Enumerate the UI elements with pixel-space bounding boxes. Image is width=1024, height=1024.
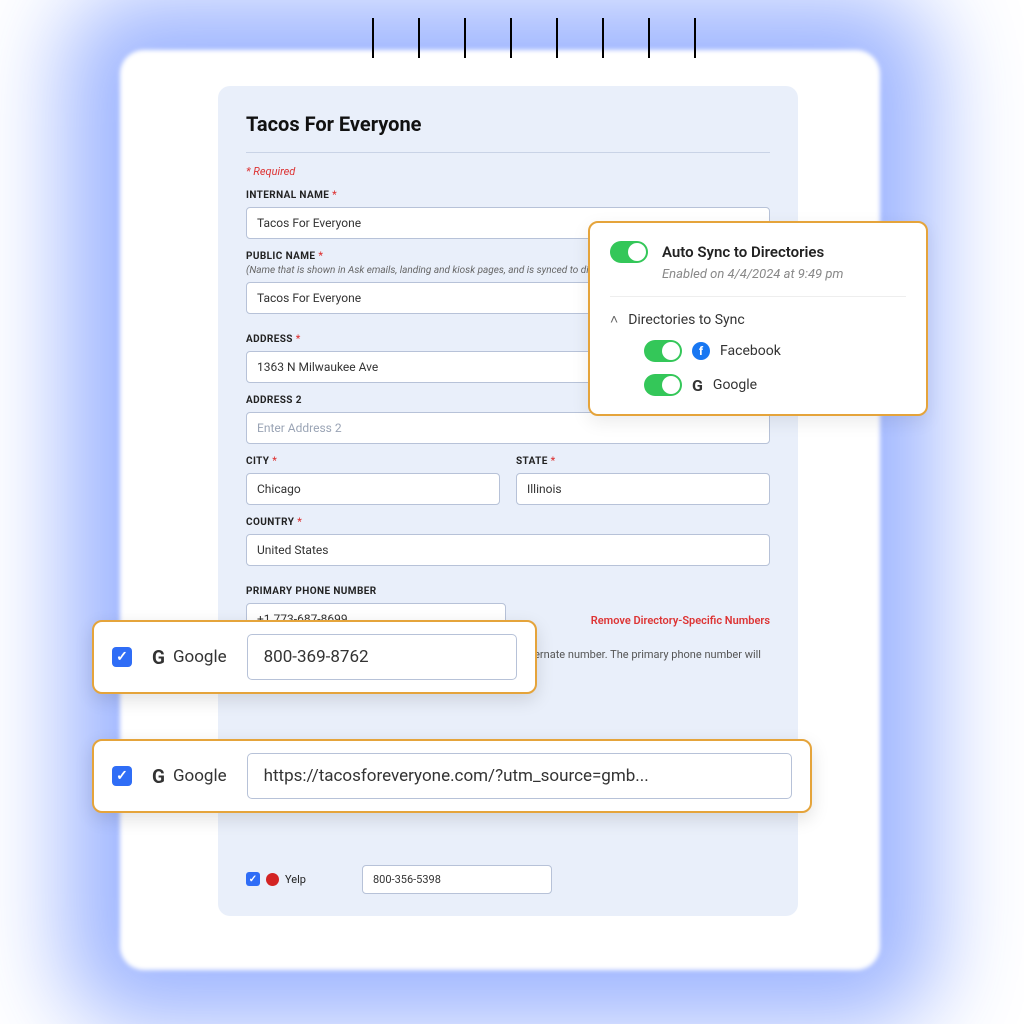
yelp-number-input[interactable]: 800-356-5398 [362,865,552,894]
divider [610,296,906,297]
auto-sync-panel: Auto Sync to Directories Enabled on 4/4/… [588,221,928,416]
chevron-up-icon: ˄ [610,311,618,328]
remove-directory-numbers-link[interactable]: Remove Directory-Specific Numbers [591,614,770,627]
google-checkbox[interactable]: ✓ [112,647,132,667]
google-icon: G [152,646,165,669]
country-label: COUNTRY * [246,517,770,528]
auto-sync-title: Auto Sync to Directories [662,243,824,261]
yelp-icon [266,873,279,886]
auto-sync-toggle[interactable] [610,241,648,263]
city-input[interactable]: Chicago [246,473,500,505]
divider [246,152,770,153]
page-title: Tacos For Everyone [246,112,770,136]
sync-item-google: G Google [644,374,906,396]
sync-item-facebook: f Facebook [644,340,906,362]
google-phone-chip: ✓ G Google 800-369-8762 [92,620,537,694]
phone-label: PRIMARY PHONE NUMBER [246,586,770,597]
state-input[interactable]: Illinois [516,473,770,505]
google-phone-input[interactable]: 800-369-8762 [247,634,517,680]
google-url-input[interactable]: https://tacosforeveryone.com/?utm_source… [247,753,792,799]
yelp-number-row: ✓ Yelp 800-356-5398 [246,865,770,894]
google-sync-toggle[interactable] [644,374,682,396]
state-label: STATE * [516,456,770,467]
yelp-checkbox[interactable]: ✓ [246,872,260,886]
directories-to-sync-header[interactable]: ˄ Directories to Sync [610,311,906,328]
google-url-chip: ✓ G Google https://tacosforeveryone.com/… [92,739,812,813]
city-label: CITY * [246,456,500,467]
address2-input[interactable]: Enter Address 2 [246,412,770,444]
auto-sync-subtitle: Enabled on 4/4/2024 at 9:49 pm [662,267,906,282]
facebook-icon: f [692,342,710,360]
bg-ticks [350,18,770,58]
google-icon: G [152,765,165,788]
required-note: * Required [246,165,770,178]
internal-name-label: INTERNAL NAME * [246,190,770,201]
facebook-sync-toggle[interactable] [644,340,682,362]
country-input[interactable]: United States [246,534,770,566]
google-icon: G [692,376,703,395]
google-label: Google [173,647,227,667]
google-checkbox[interactable]: ✓ [112,766,132,786]
yelp-label: Yelp [285,873,306,886]
google-label: Google [173,766,227,786]
